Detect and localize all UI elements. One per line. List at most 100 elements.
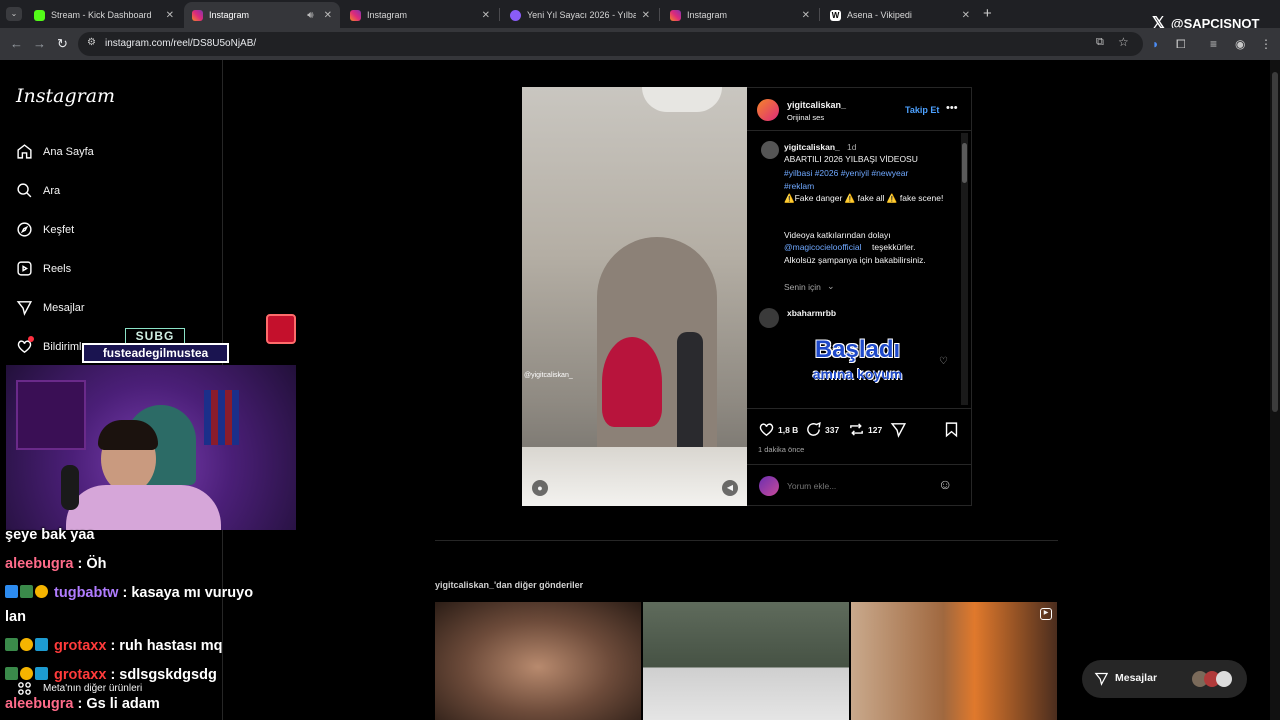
gif-text-top: Başladı <box>814 336 901 363</box>
chat-text: şeye bak yaa <box>5 527 95 543</box>
tab-instagram-3[interactable]: Instagram ✕ <box>662 2 818 28</box>
menu-dots-icon[interactable]: ⋮ <box>1260 37 1272 51</box>
commenter-avatar[interactable] <box>759 308 779 328</box>
repost-icon[interactable] <box>848 421 865 438</box>
reel-video[interactable]: @yigitcaliskan_ ● ◀︎ <box>522 87 747 506</box>
caption-thanks-suffix: teşekkürler. <box>872 242 916 252</box>
tab-separator <box>659 8 660 21</box>
media-control-icon[interactable]: ≡ <box>1210 37 1217 51</box>
caption-mention[interactable]: @magicocieloofficial <box>784 242 861 252</box>
nav-label: Keşfet <box>43 223 75 236</box>
volume-icon[interactable]: ◀︎ <box>722 480 738 496</box>
nav-reels[interactable]: Reels <box>16 260 71 277</box>
share-icon[interactable] <box>890 421 907 438</box>
close-tab-icon[interactable]: ✕ <box>802 10 810 21</box>
back-arrow-icon[interactable]: ← <box>10 36 23 51</box>
floor <box>522 447 747 506</box>
messages-floating-button[interactable]: Mesajlar <box>1082 660 1247 698</box>
url-text[interactable]: instagram.com/reel/DS8U5oNjAB/ <box>105 38 256 49</box>
address-bar[interactable]: ⚙︎ instagram.com/reel/DS8U5oNjAB/ ⧉ ☆ <box>78 32 1143 56</box>
chat-text: : ruh hastası mq <box>110 638 223 654</box>
commenter-username[interactable]: xbaharmrbb <box>787 308 836 318</box>
extensions-puzzle-icon[interactable]: ⧠ <box>1176 37 1186 52</box>
author-avatar[interactable] <box>755 97 781 123</box>
more-post-thumbnail-1[interactable] <box>435 602 641 720</box>
for-you-toggle[interactable]: Senin için <box>784 282 821 292</box>
site-info-icon[interactable]: ⚙︎ <box>87 37 96 48</box>
instagram-logo[interactable]: Instagram <box>16 85 115 107</box>
tier-badge-icon <box>35 638 48 651</box>
microphone <box>61 465 79 510</box>
nav-notifications[interactable]: Bildirimler <box>16 338 91 355</box>
caption-username[interactable]: yigitcaliskan_ <box>784 142 840 152</box>
tab-new-year-counter[interactable]: Yeni Yıl Sayacı 2026 - Yılbaşı Ge ✕ <box>502 2 658 28</box>
new-tab-button[interactable]: + <box>983 5 992 22</box>
save-bookmark-icon[interactable] <box>943 421 960 438</box>
messages-icon <box>1094 672 1109 686</box>
close-tab-icon[interactable]: ✕ <box>482 10 490 21</box>
forward-arrow-icon[interactable]: → <box>33 36 46 51</box>
page-scroll-thumb[interactable] <box>1272 72 1278 412</box>
jersey <box>204 390 239 445</box>
likes-count[interactable]: 1,8 B <box>778 425 798 435</box>
chat-text: : kasaya mı vuruyo <box>122 585 254 601</box>
follow-button[interactable]: Takip Et <box>905 105 939 115</box>
caption-scrollbar[interactable] <box>961 133 968 405</box>
chat-message: aleebugra : Öh <box>5 556 107 572</box>
profile-icon[interactable]: ◉ <box>1235 37 1245 51</box>
tab-title: Instagram <box>687 10 728 20</box>
tab-instagram-active[interactable]: Instagram 🔊︎ ✕ <box>184 2 340 28</box>
comment-bubble-icon[interactable] <box>805 421 822 438</box>
reload-icon[interactable]: ↻ <box>57 36 68 52</box>
browser-toolbar: ← → ↻ ⚙︎ instagram.com/reel/DS8U5oNjAB/ … <box>0 28 1280 60</box>
close-tab-icon[interactable]: ✕ <box>166 10 174 21</box>
page-scrollbar[interactable] <box>1270 60 1280 720</box>
nav-home[interactable]: Ana Sayfa <box>16 143 94 160</box>
comment-input[interactable] <box>787 479 927 493</box>
tab-asena-wikipedia[interactable]: W Asena - Vikipedi ✕ <box>822 2 978 28</box>
nav-explore[interactable]: Keşfet <box>16 221 74 238</box>
more-post-thumbnail-2[interactable] <box>643 602 849 720</box>
like-comment-heart-icon[interactable]: ♡ <box>939 356 948 367</box>
instagram-icon <box>670 9 681 21</box>
audio-label[interactable]: Orijinal ses <box>787 113 824 122</box>
viewer-avatar <box>759 476 779 496</box>
dancer-red-dress <box>602 337 662 427</box>
tab-kick-dashboard[interactable]: Stream - Kick Dashboard ✕ <box>26 2 182 28</box>
caption-hashtags[interactable]: #yilbasi #2026 #yeniyil #newyear #reklam <box>784 167 934 192</box>
like-heart-icon[interactable] <box>758 421 775 438</box>
profile-tag-icon[interactable]: ● <box>532 480 548 496</box>
author-username[interactable]: yigitcaliskan_ <box>787 100 846 110</box>
tab-search-dropdown[interactable]: ⌄ <box>6 7 22 21</box>
reel-info-panel: yigitcaliskan_ Orijinal ses Takip Et •••… <box>747 87 972 506</box>
more-options-icon[interactable]: ••• <box>946 102 958 114</box>
more-post-thumbnail-3[interactable]: ▶︎ <box>851 602 1057 720</box>
section-divider <box>435 540 1058 541</box>
nav-search[interactable]: Ara <box>16 182 60 199</box>
extension-audio-icon[interactable]: ◗ <box>1152 37 1159 51</box>
close-tab-icon[interactable]: ✕ <box>962 10 970 21</box>
close-tab-icon[interactable]: ✕ <box>324 10 332 21</box>
streamer-hair <box>98 420 158 450</box>
messages-icon <box>16 301 33 316</box>
tab-instagram-2[interactable]: Instagram ✕ <box>342 2 498 28</box>
emoji-picker-icon[interactable]: ☺ <box>938 476 952 492</box>
counter-icon <box>510 9 521 21</box>
header-divider <box>747 130 971 131</box>
caption-time: 1d <box>847 142 857 152</box>
nav-messages[interactable]: Mesajlar <box>16 299 85 316</box>
gift-badge-icon <box>20 638 33 651</box>
close-tab-icon[interactable]: ✕ <box>642 10 650 21</box>
speaker-icon[interactable]: 🔊︎ <box>307 10 313 21</box>
chevron-down-icon[interactable]: ⌄ <box>827 281 835 292</box>
ceiling-lamp <box>642 87 722 112</box>
bookmark-star-icon[interactable]: ☆ <box>1118 35 1129 49</box>
comment-gif: Başladı amına koyum <box>787 323 928 405</box>
install-app-icon[interactable]: ⧉ <box>1096 36 1104 49</box>
scroll-thumb[interactable] <box>962 143 967 183</box>
gift-badge-icon <box>35 585 48 598</box>
caption-avatar[interactable] <box>761 141 779 159</box>
home-icon <box>17 144 32 159</box>
nav-label: Reels <box>43 262 72 275</box>
browser-tab-bar: ⌄ Stream - Kick Dashboard ✕ Instagram 🔊︎… <box>0 0 1280 32</box>
